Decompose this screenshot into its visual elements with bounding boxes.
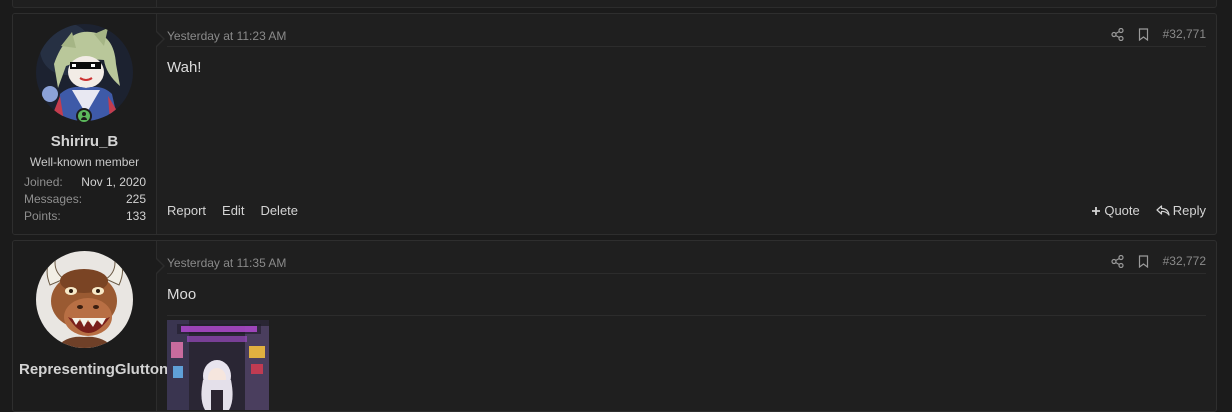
previous-post-edge: [12, 0, 1217, 8]
bookmark-icon[interactable]: [1138, 254, 1149, 268]
stat-label: Joined:: [24, 175, 63, 189]
plus-icon: [1092, 206, 1101, 215]
stat-label: Messages:: [24, 192, 83, 206]
post-32772: RepresentingGluttony Yesterday at 11:35 …: [12, 240, 1217, 412]
reply-label: Reply: [1172, 203, 1206, 218]
user-panel-arrow: [155, 257, 165, 275]
avatar[interactable]: [36, 24, 133, 121]
stat-label: Points:: [24, 209, 61, 223]
avatar[interactable]: [36, 251, 133, 348]
attached-image-thumbnail[interactable]: [167, 320, 269, 410]
username[interactable]: RepresentingGluttony: [13, 359, 177, 381]
report-link[interactable]: Report: [167, 203, 206, 218]
post-number-link[interactable]: #32,772: [1163, 253, 1206, 269]
post-date[interactable]: Yesterday at 11:23 AM: [167, 28, 286, 44]
post-tools: #32,772: [1111, 253, 1206, 269]
content-divider: [167, 315, 1206, 316]
quote-button[interactable]: Quote: [1091, 203, 1140, 218]
reply-arrow-icon: [1156, 205, 1170, 216]
stat-points: Points: 133: [24, 208, 146, 225]
post-number-link[interactable]: #32,771: [1163, 26, 1206, 42]
user-title: Well-known member: [29, 155, 140, 169]
post-32771: Shiriru_B Well-known member Joined: Nov …: [12, 13, 1217, 235]
post-date[interactable]: Yesterday at 11:35 AM: [167, 255, 286, 271]
post-meta-bar: Yesterday at 11:35 AM #32,772: [167, 253, 1206, 274]
post-meta-bar: Yesterday at 11:23 AM #32,771: [167, 26, 1206, 47]
quote-label: Quote: [1104, 203, 1140, 218]
delete-link[interactable]: Delete: [260, 203, 298, 218]
share-icon[interactable]: [1111, 27, 1124, 41]
bookmark-icon[interactable]: [1138, 27, 1149, 41]
user-panel-arrow: [155, 30, 165, 48]
post-body: Wah!: [167, 59, 202, 76]
post-body: Moo: [167, 286, 197, 303]
user-info-panel: Shiriru_B Well-known member Joined: Nov …: [13, 14, 157, 234]
online-user-icon: [76, 108, 92, 124]
stat-value[interactable]: 133: [126, 208, 146, 225]
stat-value: Nov 1, 2020: [81, 175, 146, 189]
stat-value[interactable]: 225: [126, 191, 146, 208]
reply-button[interactable]: Reply: [1156, 203, 1206, 218]
edit-link[interactable]: Edit: [222, 203, 244, 218]
share-icon[interactable]: [1111, 254, 1124, 268]
stat-joined: Joined: Nov 1, 2020: [24, 174, 146, 191]
username[interactable]: Shiriru_B: [13, 133, 156, 150]
stat-messages: Messages: 225: [24, 191, 146, 208]
user-info-panel: RepresentingGluttony: [13, 241, 177, 411]
post-tools: #32,771: [1111, 26, 1206, 42]
user-stats: Joined: Nov 1, 2020 Messages: 225 Points…: [24, 174, 146, 225]
post-actions: Report Edit Delete Quote Reply: [167, 203, 1206, 219]
